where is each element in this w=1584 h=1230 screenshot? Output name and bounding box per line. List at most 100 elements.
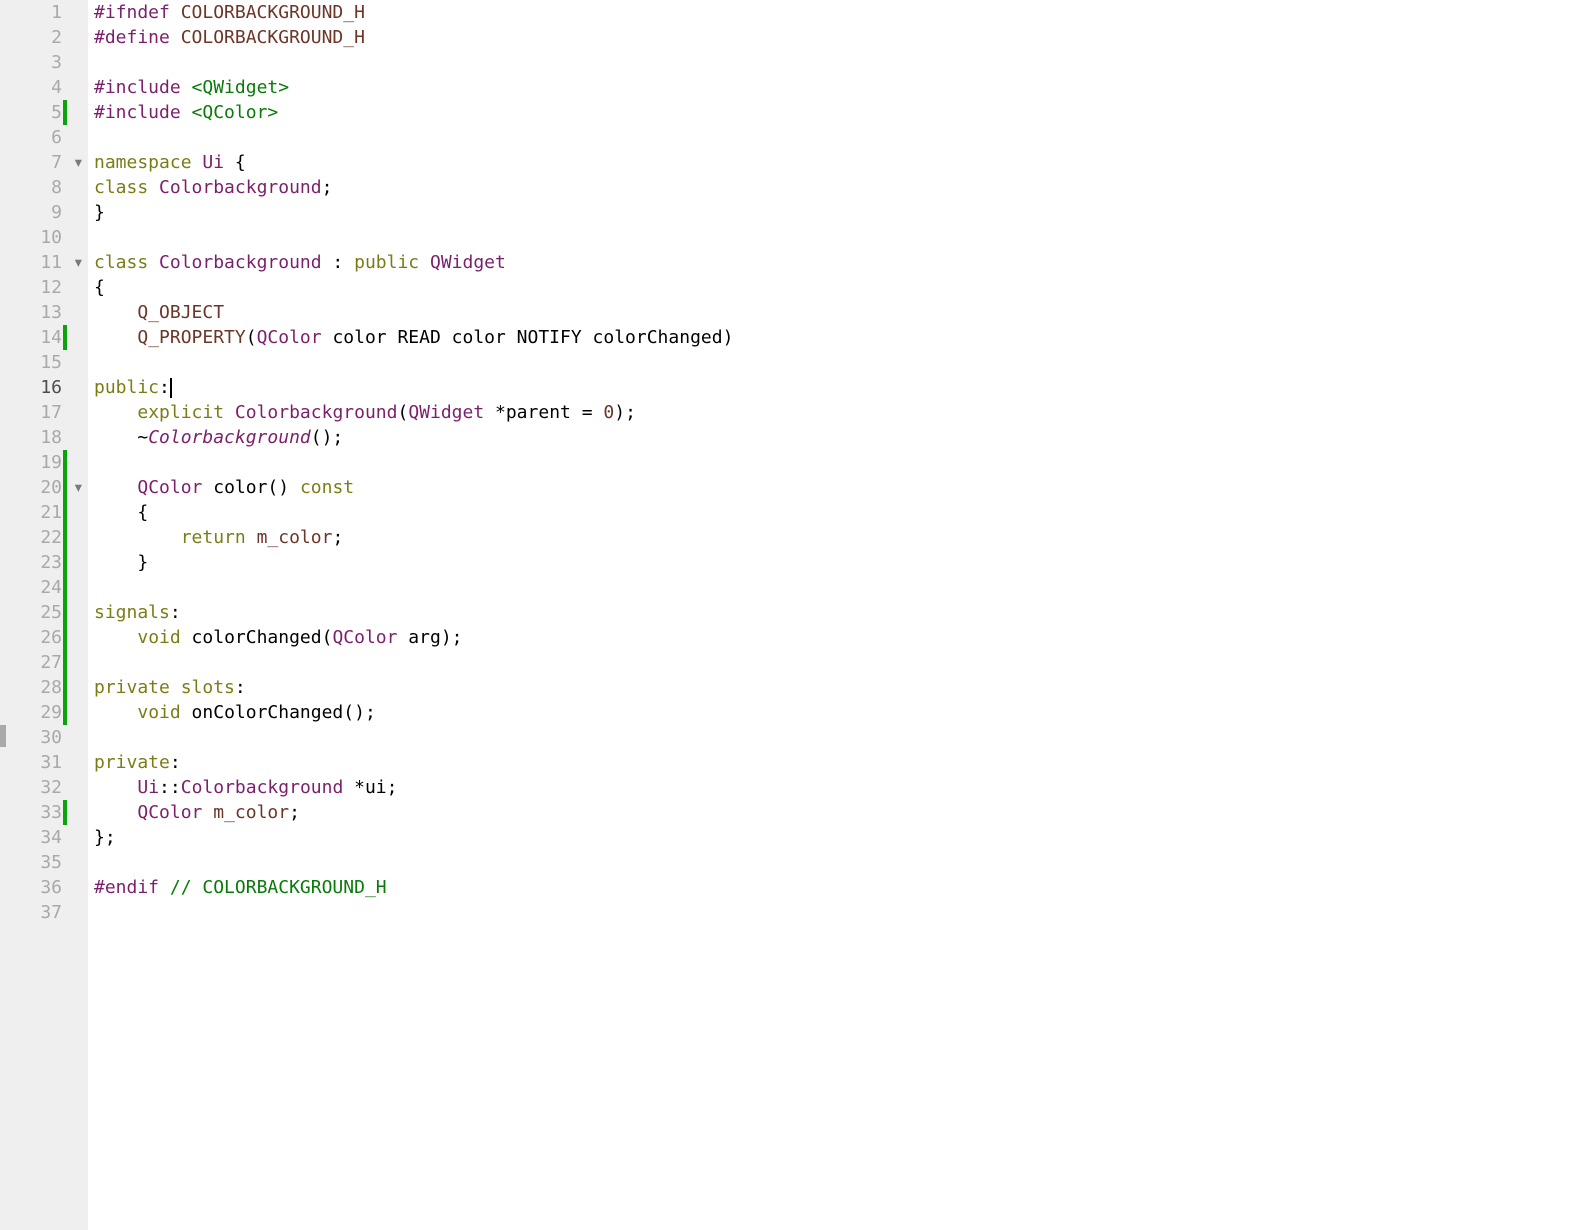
modification-indicator: [63, 600, 67, 625]
gutter-row[interactable]: 27: [6, 650, 88, 675]
gutter-row[interactable]: 36: [6, 875, 88, 900]
modification-indicator: [63, 700, 67, 725]
code-text: }: [94, 200, 105, 225]
code-line[interactable]: [94, 900, 1584, 925]
gutter-row[interactable]: 33: [6, 800, 88, 825]
code-line[interactable]: #define COLORBACKGROUND_H: [94, 25, 1584, 50]
gutter-row[interactable]: 22: [6, 525, 88, 550]
gutter-row[interactable]: 19: [6, 450, 88, 475]
code-line[interactable]: [94, 450, 1584, 475]
gutter-row[interactable]: 26: [6, 625, 88, 650]
code-line[interactable]: ~Colorbackground();: [94, 425, 1584, 450]
gutter-row[interactable]: 28: [6, 675, 88, 700]
code-text: class Colorbackground : public QWidget: [94, 250, 506, 275]
code-line[interactable]: #ifndef COLORBACKGROUND_H: [94, 0, 1584, 25]
code-line[interactable]: private slots:: [94, 675, 1584, 700]
line-number: 18: [40, 425, 62, 450]
gutter-row[interactable]: 32: [6, 775, 88, 800]
gutter-row[interactable]: 20▼: [6, 475, 88, 500]
line-number-gutter[interactable]: 1234567▼891011▼121314151617181920▼212223…: [6, 0, 88, 1230]
code-line[interactable]: #endif // COLORBACKGROUND_H: [94, 875, 1584, 900]
line-number: 32: [40, 775, 62, 800]
gutter-row[interactable]: 6: [6, 125, 88, 150]
gutter-row[interactable]: 18: [6, 425, 88, 450]
gutter-row[interactable]: 10: [6, 225, 88, 250]
gutter-row[interactable]: 8: [6, 175, 88, 200]
code-line[interactable]: }: [94, 550, 1584, 575]
code-text: #include <QWidget>: [94, 75, 289, 100]
fold-toggle-icon[interactable]: ▼: [75, 150, 82, 175]
modification-indicator: [63, 100, 67, 125]
gutter-row[interactable]: 15: [6, 350, 88, 375]
code-line[interactable]: Q_OBJECT: [94, 300, 1584, 325]
line-number: 14: [40, 325, 62, 350]
line-number: 37: [40, 900, 62, 925]
code-line[interactable]: [94, 575, 1584, 600]
gutter-row[interactable]: 2: [6, 25, 88, 50]
code-line[interactable]: [94, 350, 1584, 375]
gutter-row[interactable]: 24: [6, 575, 88, 600]
gutter-row[interactable]: 14: [6, 325, 88, 350]
code-line[interactable]: {: [94, 275, 1584, 300]
gutter-row[interactable]: 17: [6, 400, 88, 425]
line-number: 19: [40, 450, 62, 475]
gutter-row[interactable]: 9: [6, 200, 88, 225]
code-text: #define COLORBACKGROUND_H: [94, 25, 365, 50]
fold-toggle-icon[interactable]: ▼: [75, 250, 82, 275]
gutter-row[interactable]: 21: [6, 500, 88, 525]
gutter-row[interactable]: 31: [6, 750, 88, 775]
code-line[interactable]: [94, 125, 1584, 150]
code-line[interactable]: QColor m_color;: [94, 800, 1584, 825]
text-cursor: [170, 378, 172, 398]
modification-indicator: [63, 675, 67, 700]
gutter-row[interactable]: 11 ▼: [6, 250, 88, 275]
line-number: 11: [40, 250, 62, 275]
code-line[interactable]: [94, 225, 1584, 250]
code-line[interactable]: Ui::Colorbackground *ui;: [94, 775, 1584, 800]
line-number: 29: [40, 700, 62, 725]
code-line[interactable]: return m_color;: [94, 525, 1584, 550]
code-line[interactable]: namespace Ui {: [94, 150, 1584, 175]
gutter-row[interactable]: 30: [6, 725, 88, 750]
gutter-row[interactable]: 35: [6, 850, 88, 875]
code-line[interactable]: private:: [94, 750, 1584, 775]
code-line[interactable]: class Colorbackground : public QWidget: [94, 250, 1584, 275]
code-line[interactable]: Q_PROPERTY(QColor color READ color NOTIF…: [94, 325, 1584, 350]
code-line[interactable]: }: [94, 200, 1584, 225]
code-line[interactable]: };: [94, 825, 1584, 850]
gutter-row[interactable]: 29: [6, 700, 88, 725]
code-line[interactable]: {: [94, 500, 1584, 525]
modification-indicator: [63, 525, 67, 550]
modification-indicator: [63, 450, 67, 475]
gutter-row[interactable]: 4: [6, 75, 88, 100]
gutter-row[interactable]: 16: [6, 375, 88, 400]
code-line[interactable]: class Colorbackground;: [94, 175, 1584, 200]
gutter-row[interactable]: 23: [6, 550, 88, 575]
code-line[interactable]: void onColorChanged();: [94, 700, 1584, 725]
code-line[interactable]: [94, 650, 1584, 675]
gutter-row[interactable]: 3: [6, 50, 88, 75]
gutter-row[interactable]: 7▼: [6, 150, 88, 175]
gutter-row[interactable]: 1: [6, 0, 88, 25]
code-line[interactable]: explicit Colorbackground(QWidget *parent…: [94, 400, 1584, 425]
code-line[interactable]: [94, 850, 1584, 875]
code-text: class Colorbackground;: [94, 175, 332, 200]
gutter-row[interactable]: 37: [6, 900, 88, 925]
code-editor-area[interactable]: #ifndef COLORBACKGROUND_H#define COLORBA…: [88, 0, 1584, 1230]
code-text: {: [94, 500, 148, 525]
gutter-row[interactable]: 12: [6, 275, 88, 300]
code-line[interactable]: [94, 50, 1584, 75]
code-line[interactable]: void colorChanged(QColor arg);: [94, 625, 1584, 650]
fold-toggle-icon[interactable]: ▼: [75, 475, 82, 500]
gutter-row[interactable]: 25: [6, 600, 88, 625]
code-line[interactable]: #include <QWidget>: [94, 75, 1584, 100]
code-text: #ifndef COLORBACKGROUND_H: [94, 0, 365, 25]
code-line[interactable]: [94, 725, 1584, 750]
gutter-row[interactable]: 34: [6, 825, 88, 850]
gutter-row[interactable]: 13: [6, 300, 88, 325]
gutter-row[interactable]: 5: [6, 100, 88, 125]
code-line[interactable]: #include <QColor>: [94, 100, 1584, 125]
code-line[interactable]: QColor color() const: [94, 475, 1584, 500]
code-line[interactable]: public:: [94, 375, 1584, 400]
code-line[interactable]: signals:: [94, 600, 1584, 625]
